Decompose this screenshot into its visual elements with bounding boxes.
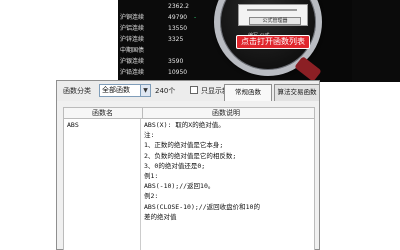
market-cell-name: 沪锌连续 (120, 36, 145, 43)
zoomed-title-bar (247, 9, 297, 11)
tab-general-functions[interactable]: 常规函数 (224, 84, 272, 101)
zoomed-formula-window: 公式管理器 (238, 4, 308, 26)
function-list: ABS (63, 119, 141, 250)
table-header: 函数名 函数说明 (63, 107, 315, 119)
market-cell-name: 沪铜连续 (120, 14, 145, 21)
description-line: 2、负数的绝对值是它的相反数; (144, 151, 237, 160)
category-label: 函数分类 (63, 87, 91, 95)
function-list-dialog: 函数分类 全部函数 ▼ 240个 只显示新函数 常规函数 算法交易函数 函数名 … (56, 80, 320, 250)
market-cell-name: 沪铝连续 (120, 25, 145, 32)
zoomed-button[interactable]: 公式管理器 (249, 17, 301, 25)
description-line: ABS(CLOSE-10);//返回收盘价和10的 (144, 202, 260, 211)
market-cell-change: - (194, 14, 197, 21)
chevron-down-icon[interactable]: ▼ (140, 85, 150, 96)
open-function-list-callout: 点击打开函数列表 (236, 35, 310, 49)
list-item[interactable]: ABS (67, 121, 79, 129)
dialog-toolbar: 函数分类 全部函数 ▼ 240个 只显示新函数 常规函数 算法交易函数 (57, 81, 320, 101)
description-line: 1、正数的绝对值是它本身; (144, 141, 224, 150)
market-cell-value: 49790 (168, 14, 188, 21)
new-functions-only-checkbox[interactable] (190, 86, 198, 94)
column-function-description[interactable]: 函数说明 (212, 108, 240, 118)
market-cell-name: 沪银连续 (120, 58, 145, 65)
market-cell-value: 2362.2 (168, 3, 189, 10)
market-cell-name: 沪铅连续 (120, 69, 145, 76)
function-description-pane: ABS(X): 取的X的绝对值。 注: 1、正数的绝对值是它本身; 2、负数的绝对值是… (141, 119, 315, 250)
market-cell-name: 中期国债 (120, 47, 145, 54)
market-cell-value: 3325 (168, 36, 184, 43)
description-line: 注: (144, 131, 155, 140)
description-line: 差的绝对值 (144, 212, 177, 221)
description-line: 3、0的绝对值还是0; (144, 161, 206, 170)
function-count: 240个 (155, 87, 176, 95)
category-select-value: 全部函数 (102, 86, 130, 94)
market-cell-value: 13550 (168, 25, 188, 32)
market-cell-value: 10950 (168, 69, 188, 76)
description-line: ABS(-10);//返回10。 (144, 182, 215, 191)
category-select[interactable]: 全部函数 ▼ (99, 84, 151, 97)
tab-algo-trading-functions[interactable]: 算法交易函数 (274, 84, 320, 101)
description-line: ABS(X): 取的X的绝对值。 (144, 121, 225, 129)
column-function-name[interactable]: 函数名 (92, 108, 113, 118)
description-line: 例2: (144, 192, 159, 201)
description-line: 例1: (144, 172, 159, 180)
market-cell-value: 3590 (168, 58, 184, 65)
column-divider[interactable] (142, 108, 143, 118)
